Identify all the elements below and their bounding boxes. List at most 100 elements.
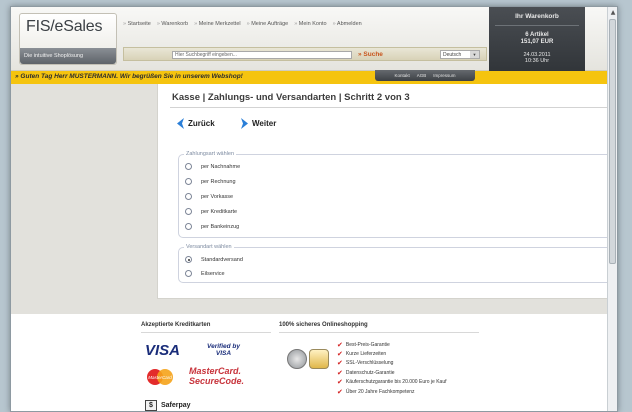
verified-by-text: Verified by [207, 343, 240, 350]
trust-item: ✔ SSL-Verschlüsselung [337, 359, 447, 368]
nav-warenkorb[interactable]: Warenkorb [157, 21, 188, 27]
payment-option-nachnahme[interactable]: per Nachnahme [185, 163, 240, 170]
trust-item-label: SSL-Verschlüsselung [345, 360, 394, 367]
service-navigation: Kontakt AGB Impressum [375, 70, 475, 81]
radio-button[interactable] [185, 163, 192, 170]
trust-item: ✔ Datenschutz-Garantie [337, 368, 447, 377]
trust-item: ✔ Über 20 Jahre Fachkompetenz [337, 387, 447, 396]
checkmark-icon: ✔ [337, 359, 343, 368]
radio-button[interactable] [185, 270, 192, 277]
radio-button[interactable] [185, 223, 192, 230]
nav-impressum[interactable]: Impressum [433, 70, 455, 81]
payment-option-vorkasse[interactable]: per Vorkasse [185, 193, 233, 200]
option-label: per Vorkasse [201, 193, 234, 200]
mastercard-securecode-logo: MasterCard. SecureCode. [189, 366, 244, 386]
radio-button[interactable] [185, 193, 192, 200]
trust-item: ✔ Käuferschutzgarantie bis 20.000 Euro je… [337, 378, 447, 387]
browser-frame: FIS/eSales Die intuitive Shoplösung Star… [10, 6, 618, 412]
cards-title: Akzeptierte Kreditkarten [141, 322, 271, 333]
saferpay-text: Saferpay [161, 402, 191, 409]
site-header: FIS/eSales Die intuitive Shoplösung Star… [11, 7, 609, 77]
content-bottom-bar [157, 298, 609, 314]
cart-title: Ihr Warenkorb [515, 13, 559, 20]
top-navigation: Startseite Warenkorb Meine Merkzettel Me… [123, 21, 362, 27]
nav-konto[interactable]: Mein Konto [294, 21, 327, 27]
search-button[interactable]: » Suche [358, 51, 383, 58]
trust-item: ✔ Best-Preis-Garantie [337, 340, 447, 349]
verified-by-visa-logo: Verified by VISA [207, 343, 240, 357]
language-select[interactable]: Deutsch ▼ [440, 50, 480, 59]
cart-item-count: 6 Artikel [525, 32, 549, 38]
checkmark-icon: ✔ [337, 368, 343, 377]
checkmark-icon: ✔ [337, 387, 343, 396]
payment-option-bankeinzug[interactable]: per Bankeinzug [185, 223, 239, 230]
shipping-legend: Versandart wählen [184, 244, 234, 250]
logo-brand: FIS/eSales [26, 18, 103, 35]
mastercard-logo: MasterCard [147, 369, 173, 385]
arrow-right-icon [241, 118, 248, 129]
scrollbar-thumb[interactable] [609, 19, 616, 264]
saferpay-logo: $ Saferpay [145, 400, 191, 411]
certificate-seal-icon [309, 349, 329, 369]
nav-startseite[interactable]: Startseite [123, 21, 151, 27]
cart-summary[interactable]: Ihr Warenkorb 6 Artikel 151,07 EUR 24.03… [489, 7, 585, 77]
greeting-bar: » Guten Tag Herr MUSTERMANN. Wir begrüße… [11, 71, 609, 84]
payment-option-kreditkarte[interactable]: per Kreditkarte [185, 208, 237, 215]
search-bar: Hier Suchbegriff eingeben... » Suche Deu… [123, 47, 487, 61]
trust-section: 100% sicheres Onlineshopping ✔ Best-Preis… [279, 322, 479, 396]
cart-time: 10:36 Uhr [524, 58, 550, 64]
shipping-option-standard[interactable]: Standardversand [185, 256, 243, 263]
trust-list: ✔ Best-Preis-Garantie ✔ Kurze Lieferzeiten… [337, 340, 447, 396]
back-button[interactable]: Zurück [176, 118, 215, 129]
main-area: Kasse | Zahlungs- und Versandarten | Sch… [11, 84, 612, 314]
trust-item: ✔ Kurze Lieferzeiten [337, 349, 447, 358]
mc-securecode-line-1: MasterCard. [189, 366, 242, 376]
checkmark-icon: ✔ [337, 340, 343, 349]
site-footer: Akzeptierte Kreditkarten VISA Verified b… [11, 314, 609, 411]
mastercard-logo-text: MasterCard [148, 375, 172, 380]
site-logo[interactable]: FIS/eSales Die intuitive Shoplösung [19, 13, 117, 65]
page-title: Kasse | Zahlungs- und Versandarten | Sch… [172, 92, 410, 103]
nav-kontakt[interactable]: Kontakt [394, 70, 409, 81]
shipping-fieldset: Versandart wählen Standardversand Eilser… [178, 244, 612, 283]
mc-securecode-line-2: SecureCode. [189, 376, 245, 386]
search-input[interactable]: Hier Suchbegriff eingeben... [172, 51, 352, 59]
option-label: per Bankeinzug [201, 223, 240, 230]
title-divider [170, 107, 608, 108]
back-button-label: Zurück [188, 119, 215, 128]
security-seal-icon [287, 349, 307, 369]
vertical-scrollbar[interactable]: ▲ [607, 7, 617, 411]
trust-title: 100% sicheres Onlineshopping [279, 322, 479, 333]
next-button-label: Weiter [252, 119, 277, 128]
nav-auftraege[interactable]: Meine Aufträge [247, 21, 288, 27]
trust-item-label: Kurze Lieferzeiten [345, 351, 387, 358]
radio-button[interactable] [185, 208, 192, 215]
trust-item-label: Über 20 Jahre Fachkompetenz [345, 388, 415, 395]
payment-legend: Zahlungsart wählen [184, 151, 237, 157]
radio-button[interactable] [185, 178, 192, 185]
chevron-down-icon: ▼ [470, 51, 479, 58]
checkmark-icon: ✔ [337, 378, 343, 387]
trust-item-label: Käuferschutzgarantie bis 20.000 Euro je … [345, 379, 447, 386]
option-label: per Kreditkarte [201, 208, 238, 215]
checkmark-icon: ✔ [337, 350, 343, 359]
scroll-up-icon[interactable]: ▲ [608, 7, 617, 18]
nav-agb[interactable]: AGB [417, 70, 427, 81]
option-label: per Nachnahme [201, 163, 241, 170]
option-label: Standardversand [201, 256, 243, 263]
radio-button-selected[interactable] [185, 256, 192, 263]
verified-visa-text: VISA [215, 350, 232, 357]
nav-abmelden[interactable]: Abmelden [333, 21, 362, 27]
language-value: Deutsch [443, 52, 462, 58]
trust-item-label: Datenschutz-Garantie [345, 369, 395, 376]
nav-merkzettel[interactable]: Meine Merkzettel [194, 21, 241, 27]
credit-cards-section: Akzeptierte Kreditkarten VISA Verified b… [141, 322, 271, 411]
saferpay-icon: $ [145, 400, 157, 411]
checkout-content: Kasse | Zahlungs- und Versandarten | Sch… [157, 84, 612, 314]
next-button[interactable]: Weiter [240, 118, 276, 129]
shipping-option-eilservice[interactable]: Eilservice [185, 270, 225, 277]
payment-option-rechnung[interactable]: per Rechnung [185, 178, 236, 185]
payment-fieldset: Zahlungsart wählen per Nachnahme per Rec… [178, 151, 612, 238]
cart-total: 151,07 EUR [520, 39, 554, 45]
trust-item-label: Best-Preis-Garantie [345, 341, 390, 348]
